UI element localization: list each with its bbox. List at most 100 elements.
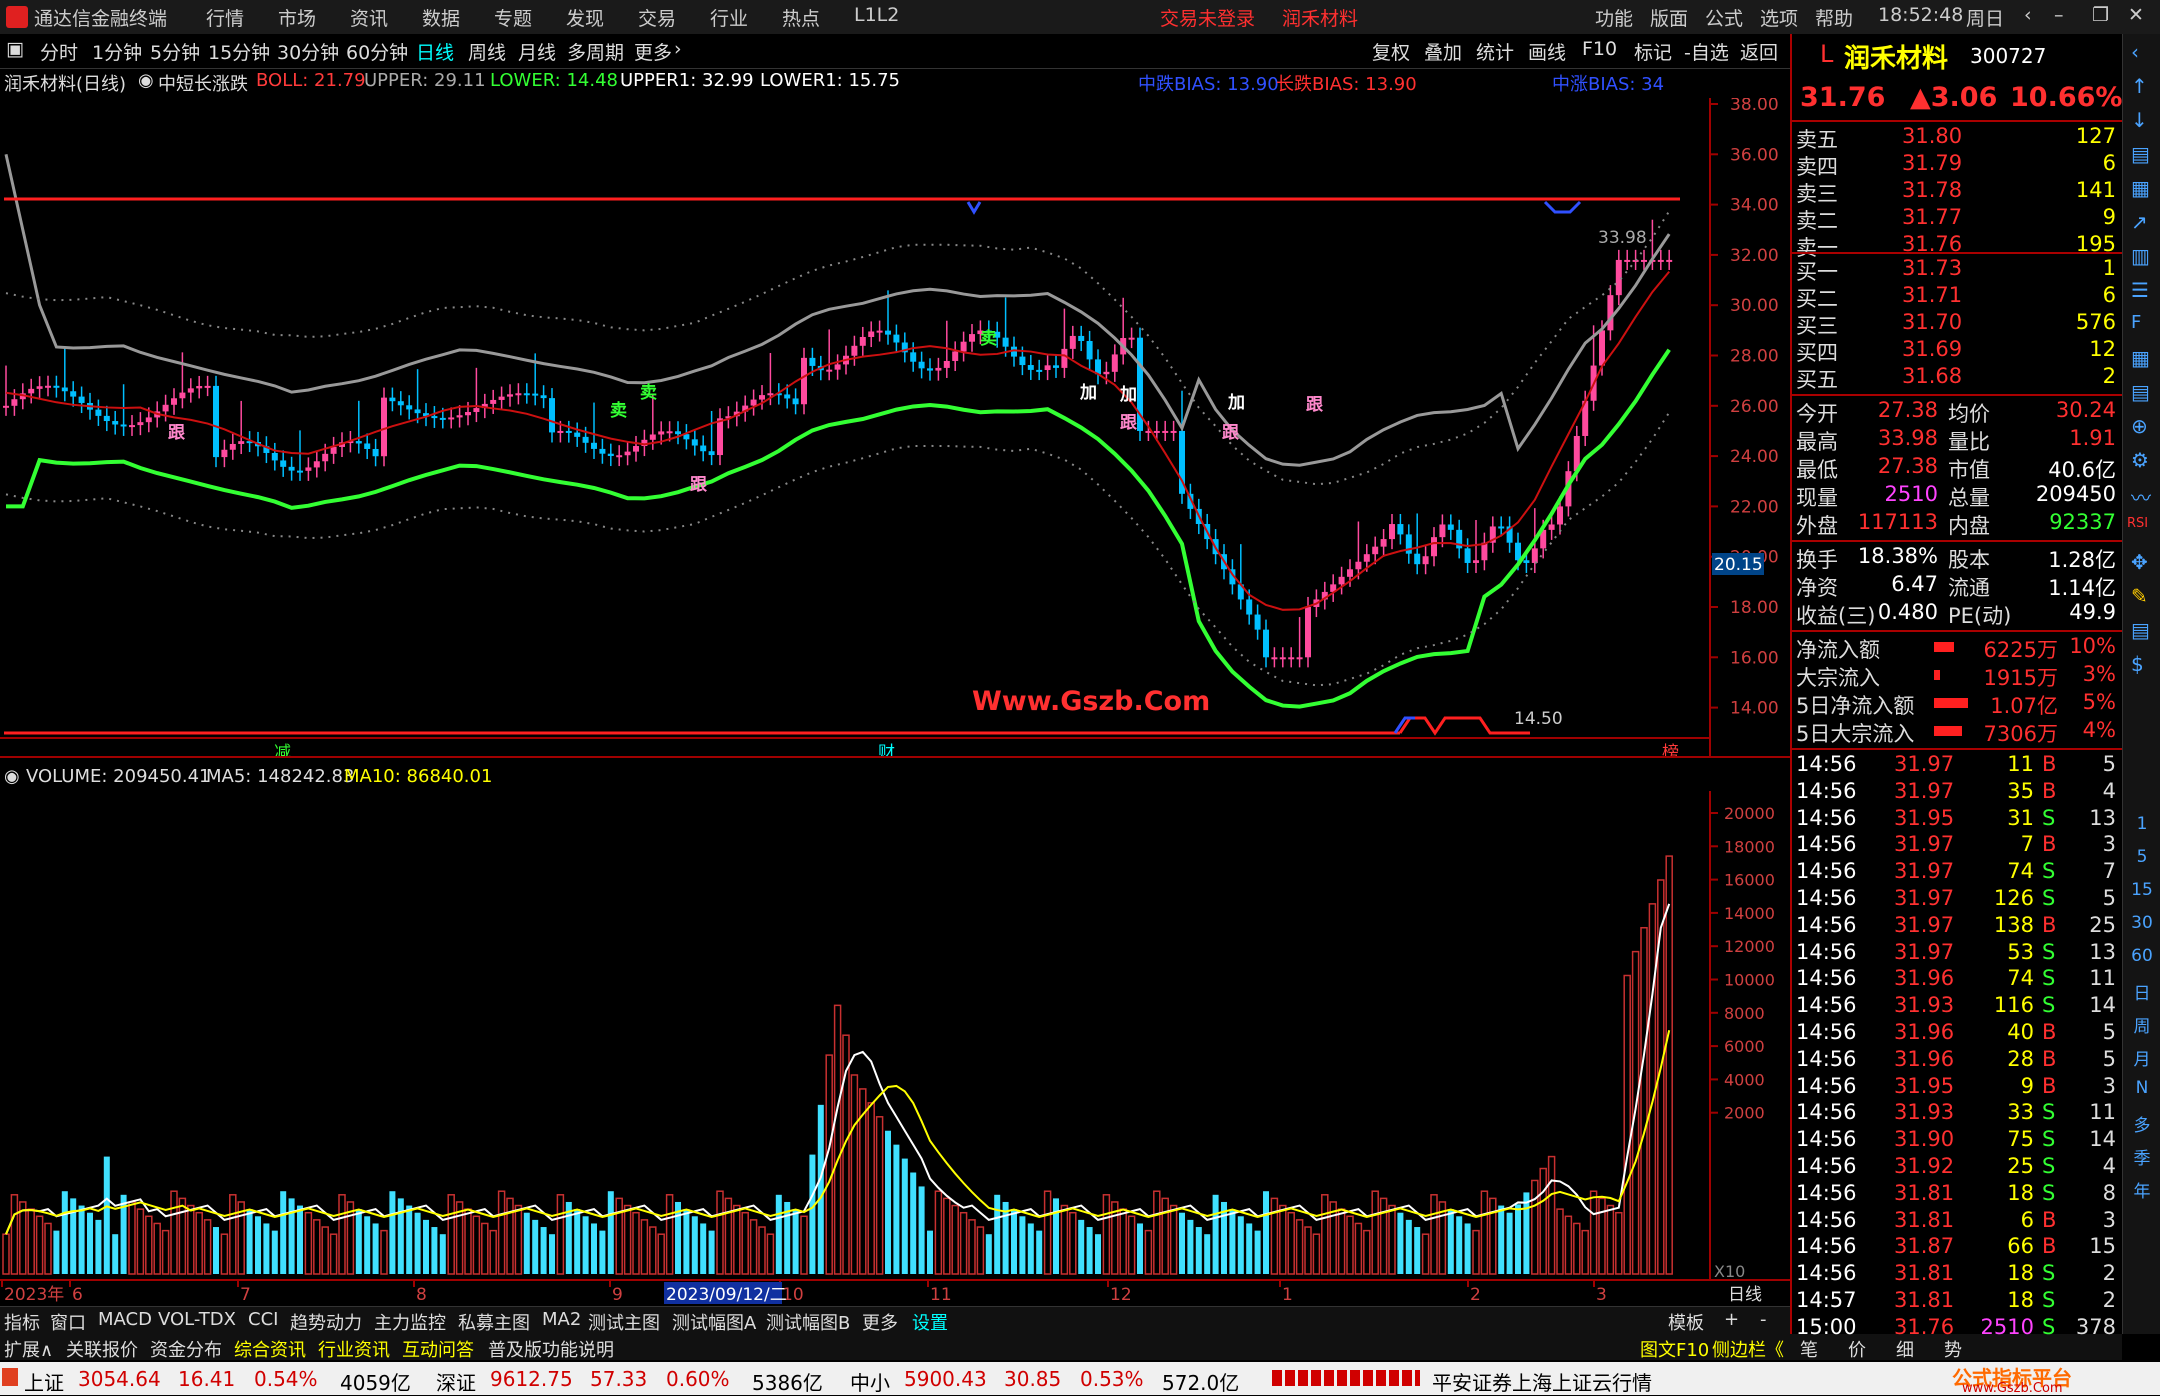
tab-test-sub-b[interactable]: 测试幅图B xyxy=(766,1309,850,1335)
side-period-button[interactable]: 月 xyxy=(2127,1045,2157,1070)
side-period-button[interactable]: 周 xyxy=(2127,1012,2157,1037)
formula-name[interactable]: 中短长涨跌 xyxy=(158,70,248,96)
tab-fund-distribution[interactable]: 资金分布 xyxy=(150,1336,222,1362)
volume-chart[interactable]: 20000 18000 16000 14000 12000 10000 8000 6000 40… xyxy=(0,791,1790,1281)
tab-60min[interactable]: 60分钟 xyxy=(346,38,408,65)
zx-label[interactable]: 中小 xyxy=(850,1367,890,1396)
tab-1min[interactable]: 1分钟 xyxy=(92,38,142,65)
tool-draw[interactable]: 画线 xyxy=(1528,38,1566,65)
tab-related-quotes[interactable]: 关联报价 xyxy=(66,1336,138,1362)
sz-label[interactable]: 深证 xyxy=(436,1367,476,1396)
f10-icon[interactable]: F xyxy=(2131,312,2141,333)
grid-icon[interactable]: ▦ xyxy=(2131,176,2150,200)
tab-30min[interactable]: 30分钟 xyxy=(277,38,339,65)
back-icon[interactable]: ‹ xyxy=(2024,4,2032,26)
candle-icon[interactable]: ▥ xyxy=(2131,244,2150,268)
tab-daily[interactable]: 日线 xyxy=(416,38,454,65)
pen-icon[interactable]: ✎ xyxy=(2131,584,2148,608)
form-icon[interactable]: ▤ xyxy=(2131,618,2150,642)
tab-feature-guide[interactable]: 普及版功能说明 xyxy=(488,1336,614,1362)
tab-cci[interactable]: CCI xyxy=(248,1309,278,1330)
menu-l1l2[interactable]: L1L2 xyxy=(854,4,899,26)
side-period-button[interactable]: 15 xyxy=(2127,880,2157,900)
tab-qa[interactable]: 互动问答 xyxy=(402,1336,474,1362)
tab-multi-period[interactable]: 多周期 xyxy=(567,38,624,65)
line-chart-icon[interactable]: 〰 xyxy=(2131,482,2151,511)
tab-test-main[interactable]: 测试主图 xyxy=(588,1309,660,1335)
side-period-button[interactable]: N xyxy=(2127,1078,2157,1098)
list-icon[interactable]: ☰ xyxy=(2131,278,2149,302)
tab-industry-news[interactable]: 行业资讯 xyxy=(318,1336,390,1362)
side-period-button[interactable]: 年 xyxy=(2127,1177,2157,1202)
menu-market[interactable]: 市场 xyxy=(278,4,316,31)
formula-toggle-icon[interactable]: ◉ xyxy=(138,70,154,91)
tab-weekly[interactable]: 周线 xyxy=(468,38,506,65)
tab-intraday[interactable]: 分时 xyxy=(40,38,78,65)
zoom-icon[interactable]: ⊕ xyxy=(2131,414,2148,438)
menu-discover[interactable]: 发现 xyxy=(566,4,604,31)
tab-vol-tdx[interactable]: VOL-TDX xyxy=(158,1309,236,1330)
volume-toggle-icon[interactable]: ◉ xyxy=(4,766,20,787)
move-icon[interactable]: ✥ xyxy=(2131,550,2148,574)
collapse-icon[interactable]: ‹ xyxy=(2131,40,2139,64)
menu-industry[interactable]: 行业 xyxy=(710,4,748,31)
login-status[interactable]: 交易未登录 xyxy=(1160,4,1255,31)
tool-mark[interactable]: 标记 xyxy=(1634,38,1672,65)
doc-icon[interactable]: ▤ xyxy=(2131,380,2150,404)
more-chevron-icon[interactable]: › xyxy=(674,38,682,60)
side-period-button[interactable]: 60 xyxy=(2127,946,2157,966)
tab-window[interactable]: 窗口 xyxy=(50,1309,86,1335)
side-period-button[interactable]: 多 xyxy=(2127,1111,2157,1136)
chart-icon[interactable]: ▤ xyxy=(2131,142,2150,166)
tab-private-main[interactable]: 私募主图 xyxy=(458,1309,530,1335)
quote-icon[interactable]: $ xyxy=(2131,652,2144,676)
minimize-icon[interactable]: – xyxy=(2054,4,2064,26)
settings-icon[interactable]: ⚙ xyxy=(2131,448,2149,472)
rsi-icon[interactable]: RSI xyxy=(2127,516,2148,531)
remove-window-button[interactable]: - xyxy=(1760,1309,1767,1330)
side-period-button[interactable]: 季 xyxy=(2127,1144,2157,1169)
tab-f10-graphic[interactable]: 图文F10 xyxy=(1640,1336,1709,1362)
tab-more[interactable]: 更多 xyxy=(634,38,672,65)
close-icon[interactable]: ✕ xyxy=(2128,4,2144,26)
sidebar-toggle[interactable]: 侧边栏《 xyxy=(1712,1336,1784,1362)
tab-settings[interactable]: 设置 xyxy=(912,1309,948,1335)
menu-hot[interactable]: 热点 xyxy=(782,4,820,31)
template-button[interactable]: 模板 xyxy=(1668,1309,1704,1335)
tool-f10[interactable]: F10 xyxy=(1582,38,1617,60)
table-icon[interactable]: ▦ xyxy=(2131,346,2150,370)
menu-function[interactable]: 功能 xyxy=(1595,4,1633,31)
menu-data[interactable]: 数据 xyxy=(422,4,460,31)
add-window-button[interactable]: + xyxy=(1724,1309,1739,1330)
tool-stats[interactable]: 统计 xyxy=(1476,38,1514,65)
menu-help[interactable]: 帮助 xyxy=(1815,4,1853,31)
menu-news[interactable]: 资讯 xyxy=(350,4,388,31)
tab-15min[interactable]: 15分钟 xyxy=(208,38,270,65)
menu-trade[interactable]: 交易 xyxy=(638,4,676,31)
side-period-button[interactable]: 5 xyxy=(2127,847,2157,867)
tool-watchlist[interactable]: -自选 xyxy=(1684,38,1729,65)
menu-layout[interactable]: 版面 xyxy=(1650,4,1688,31)
tab-more-indicators[interactable]: 更多 xyxy=(862,1309,898,1335)
tool-return[interactable]: 返回 xyxy=(1740,38,1778,65)
down-arrow-icon[interactable]: ↓ xyxy=(2131,108,2148,132)
tab-macd[interactable]: MACD xyxy=(98,1309,152,1330)
sh-label[interactable]: 上证 xyxy=(24,1367,64,1396)
side-period-button[interactable]: 30 xyxy=(2127,913,2157,933)
panel-toggle-icon[interactable]: ▣ xyxy=(6,38,24,60)
restore-icon[interactable]: ❐ xyxy=(2092,4,2109,26)
menu-quotes[interactable]: 行情 xyxy=(206,4,244,31)
side-period-button[interactable]: 日 xyxy=(2127,979,2157,1004)
menu-options[interactable]: 选项 xyxy=(1760,4,1798,31)
tab-general-news[interactable]: 综合资讯 xyxy=(234,1336,306,1362)
tab-trend-power[interactable]: 趋势动力 xyxy=(290,1309,362,1335)
tab-extend[interactable]: 扩展∧ xyxy=(4,1336,53,1362)
tab-test-sub-a[interactable]: 测试幅图A xyxy=(672,1309,756,1335)
tab-indicator[interactable]: 指标 xyxy=(4,1309,40,1335)
tool-overlay[interactable]: 叠加 xyxy=(1424,38,1462,65)
tab-5min[interactable]: 5分钟 xyxy=(150,38,200,65)
kline-chart[interactable]: 38.00 36.00 34.00 32.00 30.00 28.00 26.00 24.00… xyxy=(0,98,1790,758)
trend-icon[interactable]: ↗ xyxy=(2131,210,2148,234)
side-period-button[interactable]: 1 xyxy=(2127,814,2157,834)
menu-formula[interactable]: 公式 xyxy=(1705,4,1743,31)
